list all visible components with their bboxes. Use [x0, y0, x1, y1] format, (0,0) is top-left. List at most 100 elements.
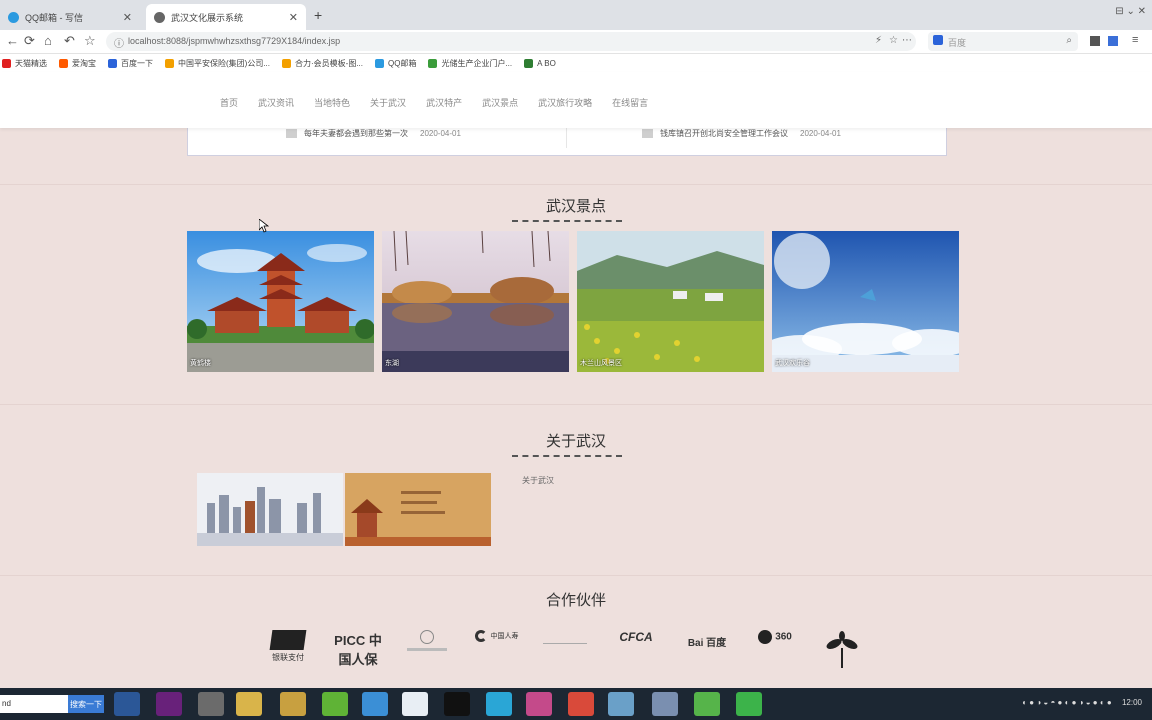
- sprout-logo[interactable]: [822, 630, 862, 673]
- tab-title: QQ邮箱 - 写信: [25, 12, 83, 23]
- picc-logo[interactable]: PICC 中国人保: [334, 630, 382, 668]
- search-input[interactable]: 百度 ⌕: [928, 32, 1078, 51]
- baidu-icon: [933, 35, 943, 45]
- bookmark-favicon-icon: [165, 58, 174, 68]
- nav-link[interactable]: 武汉特产: [426, 96, 462, 109]
- nav-link[interactable]: 武汉景点: [482, 96, 518, 109]
- bookmark-favicon-icon: [524, 58, 534, 68]
- 360-logo[interactable]: 360: [748, 630, 802, 644]
- scenic-card[interactable]: 东湖: [382, 231, 569, 372]
- app-icon[interactable]: [608, 692, 634, 716]
- bookmark-item[interactable]: QQ邮箱: [375, 58, 416, 69]
- qq-icon[interactable]: [444, 692, 470, 716]
- unionpay-logo[interactable]: 银联支付: [264, 630, 312, 663]
- notepad-icon[interactable]: [402, 692, 428, 716]
- title-underline: [512, 455, 622, 457]
- bookmark-item[interactable]: 中国平安保险(集团)公司...: [165, 58, 270, 69]
- happy-valley-image: [772, 231, 959, 372]
- menu-dots-icon[interactable]: ⋯: [902, 35, 912, 46]
- nav-link[interactable]: 首页: [220, 96, 238, 109]
- bookmark-favicon-icon: [375, 58, 384, 68]
- bookmark-item[interactable]: 爱淘宝: [59, 58, 96, 69]
- reload-icon[interactable]: ⟳: [24, 33, 35, 49]
- address-bar-row: ← ⟳ ⌂ ↶ ☆ ⓘ localhost:8088/jspmwhwhzsxth…: [0, 30, 1152, 54]
- app-icon[interactable]: [652, 692, 678, 716]
- word-icon[interactable]: [114, 692, 140, 716]
- news-date: 2020-04-01: [420, 129, 461, 138]
- bookmark-item[interactable]: 百度一下: [108, 58, 153, 69]
- visual-studio-icon[interactable]: [156, 692, 182, 716]
- partner-logo[interactable]: [402, 630, 452, 651]
- about-image-skyline[interactable]: [197, 473, 343, 546]
- nav-link[interactable]: 关于武汉: [370, 96, 406, 109]
- tools-icon[interactable]: [198, 692, 224, 716]
- info-icon: ⓘ: [114, 39, 124, 50]
- scenic-card[interactable]: 黄鹤楼: [187, 231, 374, 372]
- nav-link[interactable]: 当地特色: [314, 96, 350, 109]
- news-title[interactable]: 每年夫妻都会遇到那些第一次: [304, 128, 408, 139]
- bookmark-item[interactable]: A BO: [524, 58, 556, 68]
- nav-link[interactable]: 武汉资讯: [258, 96, 294, 109]
- folder-icon[interactable]: [280, 692, 306, 716]
- extension-icon[interactable]: [1090, 36, 1100, 46]
- news-title[interactable]: 钱库镇召开创北尚安全管理工作会议: [660, 128, 788, 139]
- home-icon[interactable]: ⌂: [44, 33, 52, 48]
- scenic-caption: 木兰山风景区: [580, 360, 622, 367]
- tab-qq-mail[interactable]: QQ邮箱 - 写信 ✕: [0, 4, 140, 30]
- extension-icon[interactable]: [1108, 36, 1118, 46]
- news-icon: [642, 129, 653, 138]
- nav-link[interactable]: 在线留言: [612, 96, 648, 109]
- url-input[interactable]: ⓘ localhost:8088/jspmwhwhzsxthsg7729X184…: [106, 32, 916, 51]
- wechat-icon[interactable]: [736, 692, 762, 716]
- system-tray: ◐ ● ◑ ◒ ◓ ● ◐ ● ◑ ◒ ● ◐ ● 12:00: [1022, 698, 1142, 707]
- scenic-card[interactable]: 木兰山风景区: [577, 231, 764, 372]
- star-icon[interactable]: ☆: [889, 35, 898, 46]
- nav-link[interactable]: 武汉旅行攻略: [538, 96, 592, 109]
- window-controls[interactable]: ⊟ ⌄ ✕: [1115, 6, 1146, 17]
- app-icon[interactable]: [322, 692, 348, 716]
- media-icon[interactable]: [486, 692, 512, 716]
- bookmark-item[interactable]: 光储生产企业门户...: [428, 58, 512, 69]
- sprout-icon: [826, 631, 858, 668]
- news-item[interactable]: 钱库镇召开创北尚安全管理工作会议 2020-04-01: [642, 128, 841, 139]
- bookmark-item[interactable]: 天猫精选: [2, 58, 47, 69]
- divider: [0, 184, 1152, 185]
- cfca-logo[interactable]: CFCA: [612, 630, 660, 644]
- city-skyline-image: [197, 473, 343, 546]
- bookmark-label: 光储生产企业门户...: [441, 58, 513, 68]
- back-icon[interactable]: ←: [6, 33, 19, 48]
- bookmark-favicon-icon: [108, 58, 117, 68]
- undo-icon[interactable]: ↶: [64, 33, 75, 49]
- bookmark-item[interactable]: 合力·会员模板-图...: [282, 58, 363, 69]
- partner-logo[interactable]: [540, 630, 590, 644]
- close-icon[interactable]: ✕: [289, 11, 298, 24]
- tray-icons[interactable]: ◐ ● ◑ ◒ ◓ ● ◐ ● ◑ ◒ ● ◐ ●: [1022, 698, 1112, 707]
- search-icon[interactable]: ⌕: [1066, 35, 1072, 46]
- browser-icon[interactable]: [362, 692, 388, 716]
- app-icon[interactable]: [568, 692, 594, 716]
- menu-icon[interactable]: ≡: [1132, 34, 1138, 46]
- about-image-tower[interactable]: [345, 473, 491, 546]
- app-icon[interactable]: [694, 692, 720, 716]
- site-navigation: 首页 武汉资讯 当地特色 关于武汉 武汉特产 武汉景点 武汉旅行攻略 在线留言: [0, 72, 1152, 128]
- taskbar-search-input[interactable]: nd: [0, 695, 68, 713]
- bookmark-label: QQ邮箱: [388, 58, 417, 68]
- taskbar-search-button[interactable]: 搜索一下: [68, 695, 104, 713]
- partners-logos: 银联支付 PICC 中国人保 中国人寿 CFCA Bai 百度 360: [262, 624, 872, 668]
- bookmark-favicon-icon: [282, 58, 291, 68]
- flash-icon[interactable]: ⚡: [875, 35, 882, 46]
- china-life-logo[interactable]: 中国人寿: [472, 630, 522, 643]
- new-tab-button[interactable]: +: [314, 7, 322, 23]
- baidu-logo[interactable]: Bai 百度: [680, 630, 734, 649]
- bookmark-favicon-icon: [59, 58, 68, 68]
- nav-links: 首页 武汉资讯 当地特色 关于武汉 武汉特产 武汉景点 武汉旅行攻略 在线留言: [220, 96, 668, 109]
- tab-wuhan-culture[interactable]: 武汉文化展示系统 ✕: [146, 4, 306, 30]
- scenic-card[interactable]: 武汉欢乐谷: [772, 231, 959, 372]
- news-item[interactable]: 每年夫妻都会遇到那些第一次 2020-04-01: [286, 128, 461, 139]
- app-icon[interactable]: [526, 692, 552, 716]
- close-icon[interactable]: ✕: [123, 11, 132, 24]
- bookmark-star-icon[interactable]: ☆: [84, 33, 96, 49]
- file-explorer-icon[interactable]: [236, 692, 262, 716]
- bookmark-label: 合力·会员模板-图...: [295, 58, 363, 68]
- about-text: 关于武汉: [522, 476, 554, 485]
